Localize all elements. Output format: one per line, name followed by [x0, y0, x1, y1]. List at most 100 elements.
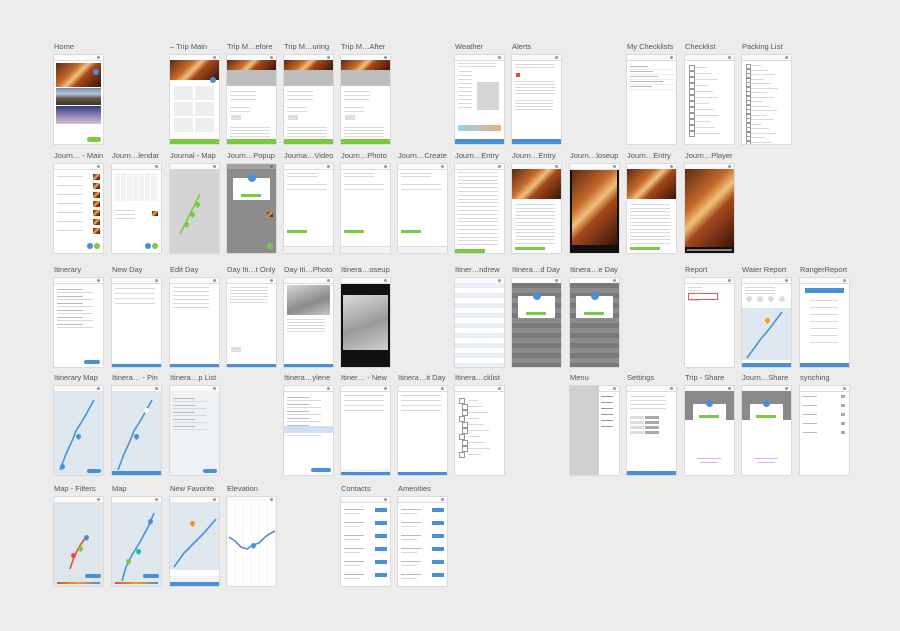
screen-thumbnail[interactable] — [341, 278, 390, 367]
screen-thumbnail[interactable] — [455, 164, 504, 253]
screen-thumbnail[interactable] — [570, 278, 619, 367]
text-line — [230, 302, 268, 303]
artboard: Alerts — [512, 42, 561, 144]
screen-thumbnail[interactable] — [341, 55, 390, 144]
screen-thumbnail[interactable] — [284, 55, 333, 144]
screen-thumbnail[interactable] — [54, 386, 103, 475]
screen-thumbnail[interactable] — [227, 278, 276, 367]
text-line — [458, 172, 498, 173]
screen-thumbnail[interactable] — [455, 55, 504, 144]
edit-button — [210, 77, 216, 83]
row-divider — [629, 69, 674, 70]
text-line — [515, 84, 555, 85]
screen-thumbnail[interactable] — [627, 164, 676, 253]
screen-thumbnail[interactable] — [170, 386, 219, 475]
screen-thumbnail[interactable] — [627, 55, 676, 144]
screen-thumbnail[interactable] — [512, 55, 561, 144]
screen-thumbnail[interactable] — [341, 386, 390, 475]
contact-detail — [344, 513, 360, 514]
screen-thumbnail[interactable] — [512, 164, 561, 253]
screen-thumbnail[interactable] — [742, 278, 791, 367]
weather-icon — [345, 115, 355, 120]
row-divider — [629, 79, 674, 80]
screen-thumbnail[interactable] — [284, 386, 333, 475]
item-text — [468, 430, 489, 431]
screen-thumbnail[interactable] — [455, 386, 504, 475]
screen-thumbnail[interactable] — [170, 497, 219, 586]
screen-thumbnail[interactable] — [398, 386, 447, 475]
screen-thumbnail[interactable] — [112, 497, 161, 586]
artboard-label: Alerts — [512, 42, 532, 51]
screen-thumbnail[interactable] — [341, 164, 390, 253]
screen-thumbnail[interactable] — [800, 278, 849, 367]
artboard: Itiner…ndrew — [455, 265, 504, 367]
screen-thumbnail[interactable] — [742, 55, 791, 144]
item-text — [751, 110, 777, 111]
screen-thumbnail[interactable] — [570, 164, 619, 253]
screen-thumbnail[interactable] — [170, 164, 219, 253]
screen-thumbnail[interactable] — [170, 55, 219, 144]
tag-chips — [515, 247, 545, 250]
temperature-bar — [458, 125, 501, 131]
app-header — [512, 55, 561, 61]
app-header — [341, 278, 390, 284]
screen-thumbnail[interactable] — [742, 386, 791, 475]
contact-name — [401, 509, 421, 510]
screen-thumbnail[interactable] — [227, 164, 276, 253]
screen-thumbnail[interactable] — [685, 278, 734, 367]
screen-thumbnail[interactable] — [284, 164, 333, 253]
screen-thumbnail[interactable] — [398, 164, 447, 253]
screen-thumbnail[interactable] — [627, 386, 676, 475]
screen-thumbnail[interactable] — [512, 278, 561, 367]
artboard: Itinerary — [54, 265, 103, 367]
screen-thumbnail[interactable] — [570, 386, 619, 475]
screen-thumbnail[interactable] — [800, 386, 849, 475]
text-line — [515, 204, 555, 205]
screen-thumbnail[interactable] — [54, 278, 103, 367]
artboard: Journ…Popup — [227, 151, 276, 253]
screen-thumbnail[interactable] — [398, 497, 447, 586]
entry-text — [57, 185, 83, 186]
screen-thumbnail[interactable] — [54, 164, 103, 253]
itinerary-table — [455, 283, 504, 367]
text-line — [458, 187, 498, 189]
screen-thumbnail[interactable] — [227, 497, 276, 586]
screen-thumbnail[interactable] — [112, 164, 161, 253]
save-bar — [341, 472, 390, 475]
text-line — [344, 111, 364, 112]
trip-header-photo — [227, 60, 276, 70]
text-line — [515, 106, 553, 107]
screen-thumbnail[interactable] — [54, 55, 103, 144]
text-line — [115, 303, 155, 304]
entry-text — [57, 194, 83, 195]
artboard: Journ…Photo — [341, 151, 390, 253]
screen-thumbnail[interactable] — [227, 55, 276, 144]
call-button — [375, 560, 387, 564]
screen-thumbnail[interactable] — [685, 386, 734, 475]
text-line — [173, 303, 209, 304]
text-line — [287, 184, 327, 185]
item-text — [751, 141, 772, 143]
screen-thumbnail[interactable] — [284, 278, 333, 367]
app-header — [455, 164, 504, 170]
screen-thumbnail[interactable] — [341, 497, 390, 586]
screen-thumbnail[interactable] — [112, 386, 161, 475]
screen-thumbnail[interactable] — [170, 278, 219, 367]
text-line — [515, 87, 555, 88]
screen-thumbnail[interactable] — [54, 497, 103, 586]
screen-thumbnail[interactable] — [112, 278, 161, 367]
contact-detail — [401, 526, 417, 527]
text-line — [688, 290, 702, 291]
text-line — [173, 287, 209, 288]
text-line — [458, 175, 498, 177]
screen-thumbnail[interactable] — [685, 164, 734, 253]
artboard-label: Journ…Entry — [512, 151, 556, 160]
artboard-label: Itiner… - New — [341, 373, 387, 382]
screen-thumbnail[interactable] — [685, 55, 734, 144]
photo-attachment — [287, 285, 330, 315]
artboard-label: Amenities — [398, 484, 431, 493]
screen-thumbnail[interactable] — [455, 278, 504, 367]
tag-chips — [287, 230, 307, 233]
sync-icon — [841, 404, 845, 407]
text-line — [515, 64, 555, 65]
